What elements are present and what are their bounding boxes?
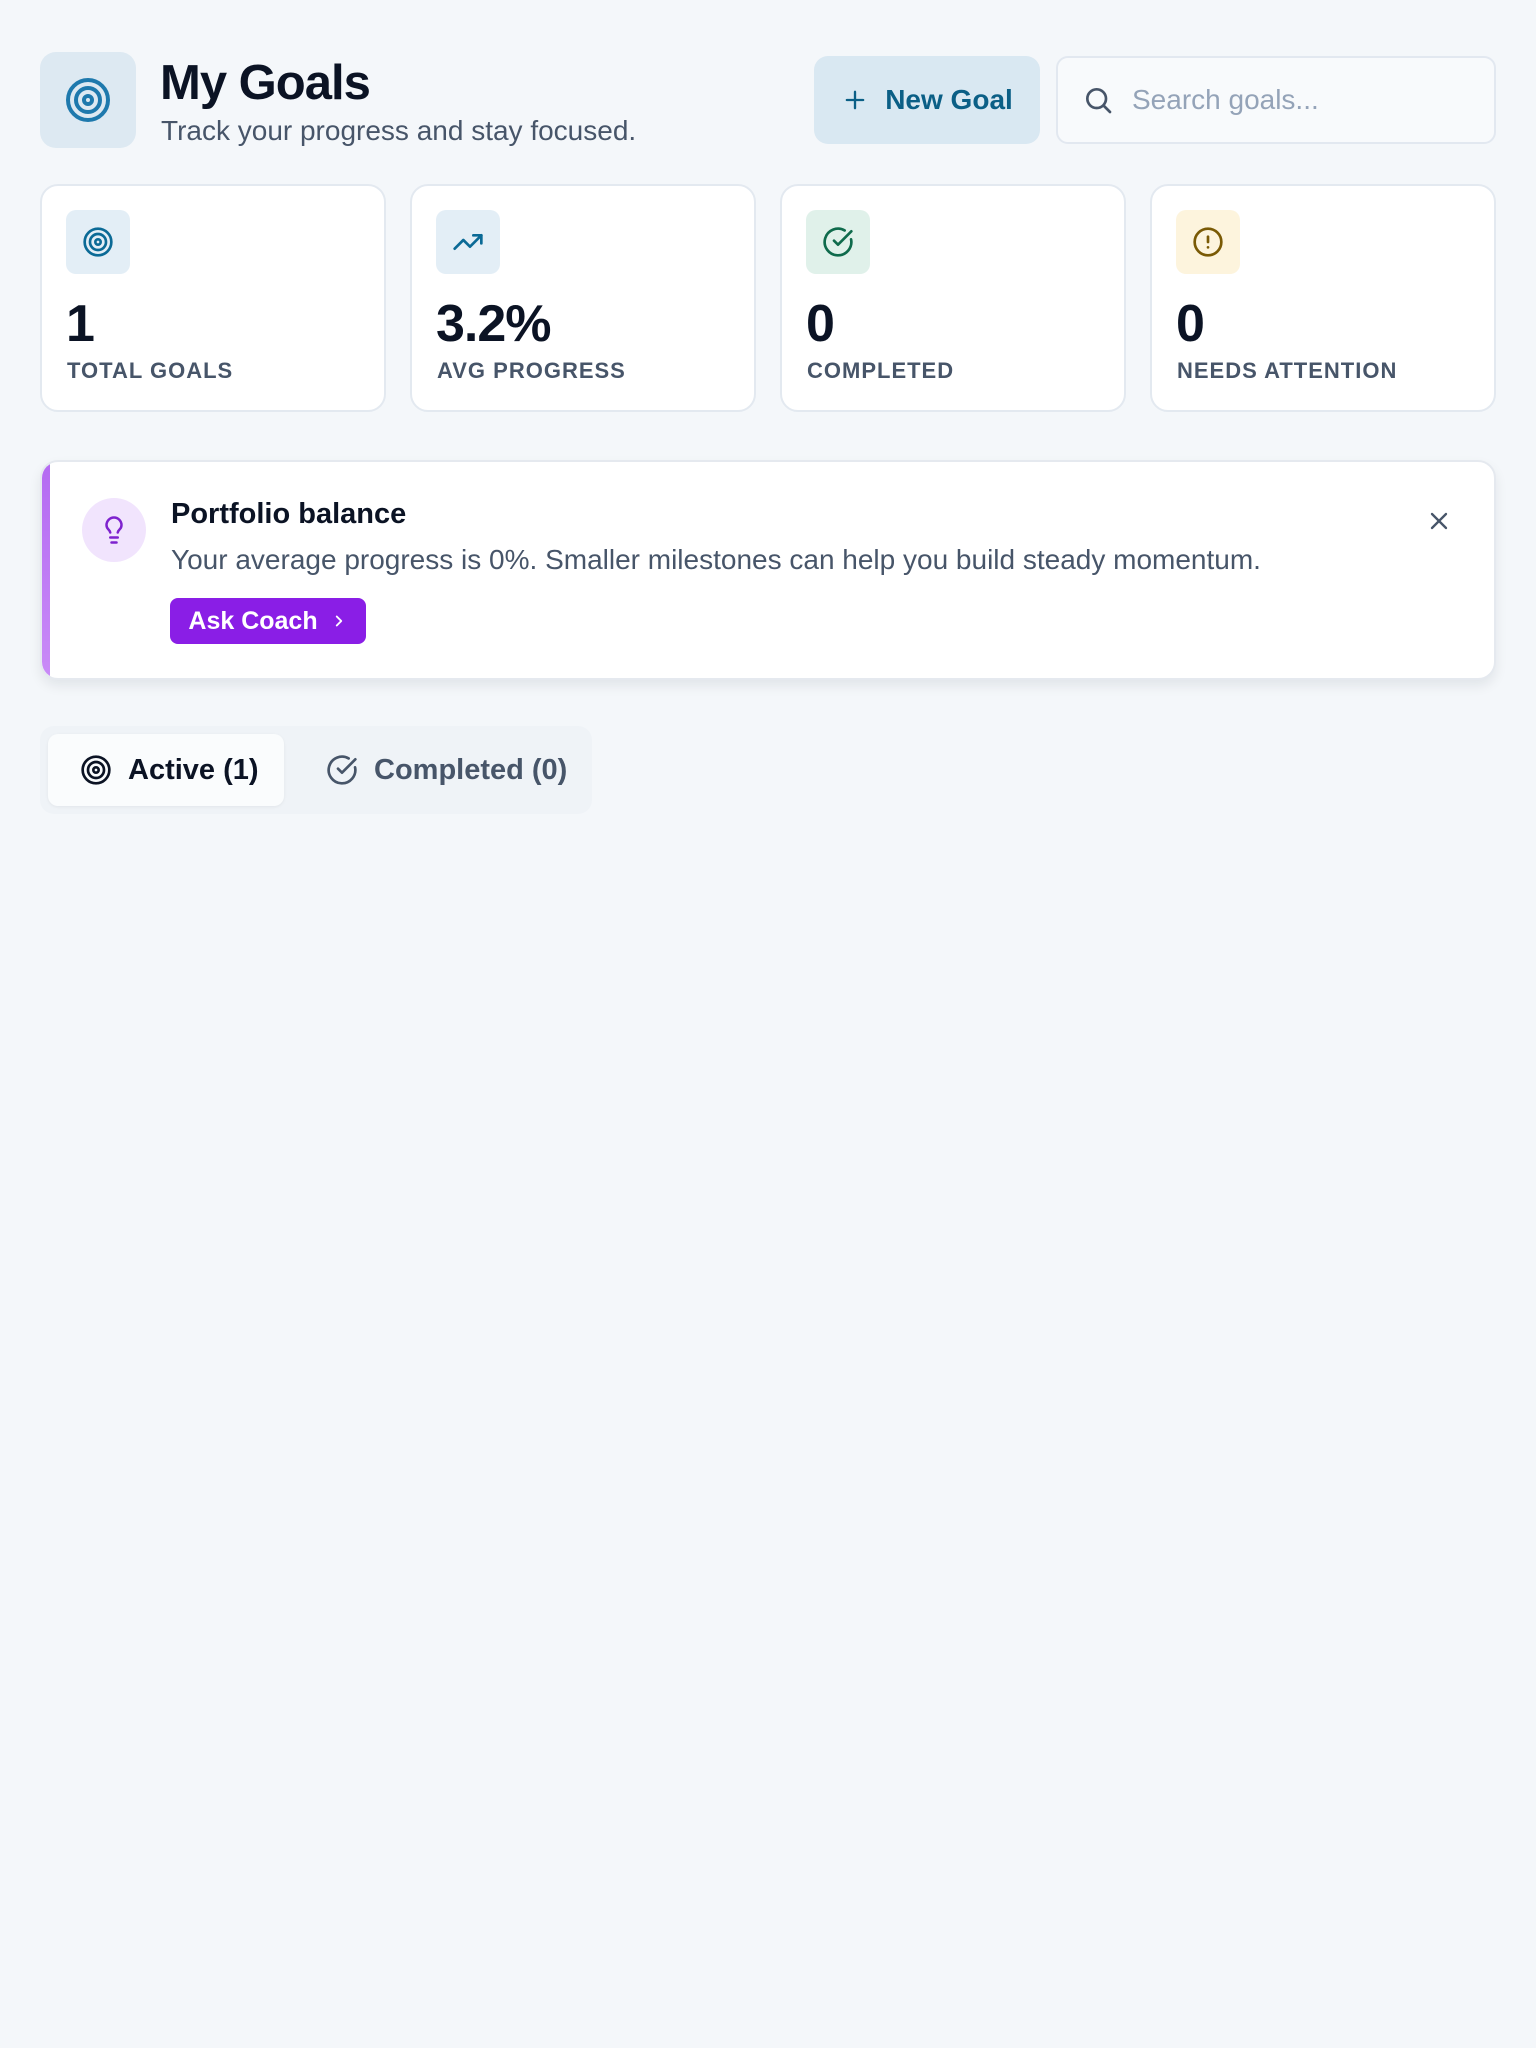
search-input[interactable]: [1132, 84, 1472, 116]
tab-label: Completed (0): [374, 753, 568, 786]
trending-up-icon: [436, 210, 500, 274]
target-icon: [64, 76, 112, 124]
page-header: My Goals Track your progress and stay fo…: [40, 52, 1496, 148]
ask-coach-label: Ask Coach: [188, 606, 318, 635]
page-title: My Goals: [160, 56, 371, 110]
search-icon: [1082, 84, 1114, 116]
target-icon: [66, 210, 130, 274]
stat-label: COMPLETED: [807, 358, 955, 383]
insight-accent-bar: [42, 462, 50, 678]
ask-coach-button[interactable]: Ask Coach: [170, 598, 366, 644]
lightbulb-icon: [82, 498, 146, 562]
stat-card-completed: 0 COMPLETED: [780, 184, 1126, 412]
stat-value: 1: [66, 295, 95, 353]
stats-row: 1 TOTAL GOALS 3.2% AVG PROGRESS 0 COMPLE: [40, 184, 1496, 412]
stat-value: 0: [806, 295, 835, 353]
stat-value: 0: [1176, 295, 1205, 353]
check-circle-icon: [806, 210, 870, 274]
insight-text: Your average progress is 0%. Smaller mil…: [171, 544, 1261, 575]
tab-label: Active (1): [128, 753, 259, 786]
check-circle-icon: [326, 754, 358, 786]
stat-label: NEEDS ATTENTION: [1177, 358, 1398, 383]
goal-tabs: Active (1) Completed (0): [40, 726, 592, 814]
insight-banner: Portfolio balance Your average progress …: [40, 460, 1496, 680]
tab-completed[interactable]: Completed (0): [316, 734, 584, 806]
stat-value: 3.2%: [436, 295, 552, 353]
alert-circle-icon: [1176, 210, 1240, 274]
close-icon: [1425, 507, 1453, 535]
stat-card-avg-progress: 3.2% AVG PROGRESS: [410, 184, 756, 412]
stat-card-total-goals: 1 TOTAL GOALS: [40, 184, 386, 412]
page-subtitle: Track your progress and stay focused.: [161, 115, 637, 146]
target-icon: [80, 754, 112, 786]
close-insight-button[interactable]: [1422, 504, 1456, 538]
goals-page: My Goals Track your progress and stay fo…: [0, 0, 1536, 2048]
new-goal-label: New Goal: [885, 84, 1013, 115]
search-box[interactable]: [1056, 56, 1496, 144]
new-goal-button[interactable]: New Goal: [814, 56, 1040, 144]
stat-label: AVG PROGRESS: [437, 358, 626, 383]
plus-icon: [841, 86, 869, 114]
insight-title: Portfolio balance: [171, 498, 407, 530]
stat-label: TOTAL GOALS: [67, 358, 234, 383]
logo-tile: [40, 52, 136, 148]
stat-card-needs-attention: 0 NEEDS ATTENTION: [1150, 184, 1496, 412]
tab-active[interactable]: Active (1): [48, 734, 284, 806]
chevron-right-icon: [330, 612, 348, 630]
